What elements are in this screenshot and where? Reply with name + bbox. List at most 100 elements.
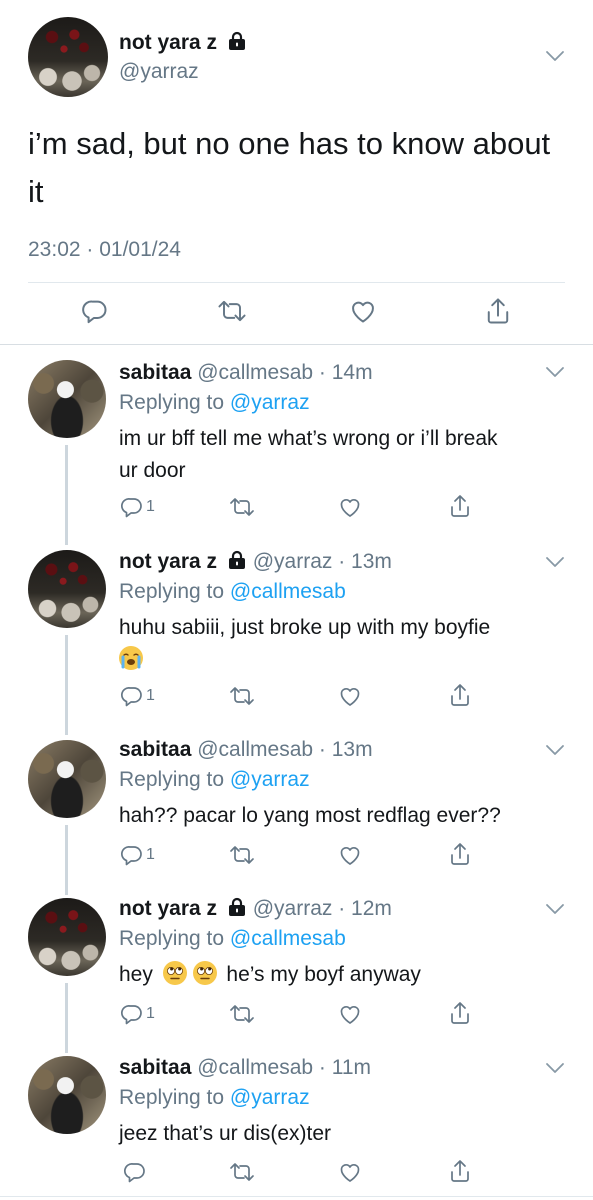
retweet-icon — [230, 1163, 254, 1181]
share-button[interactable] — [448, 841, 472, 867]
reply-author-line[interactable]: sabitaa @callmesab · 13m — [119, 738, 373, 762]
retweet-icon — [230, 498, 254, 516]
author-name-row[interactable]: not yara z — [119, 31, 247, 55]
reply-author-line[interactable]: not yara z @yarraz · 13m — [119, 550, 392, 574]
divider — [28, 282, 565, 283]
retweet-button[interactable] — [228, 1002, 256, 1026]
like-button[interactable] — [349, 297, 377, 325]
author-name: sabitaa — [119, 1056, 192, 1079]
lock-icon — [228, 550, 245, 569]
reply-count: 1 — [146, 687, 155, 704]
author-name: not yara z — [119, 897, 218, 920]
share-button[interactable] — [448, 1000, 472, 1026]
reply-button[interactable] — [123, 1160, 149, 1184]
retweet-button[interactable] — [216, 297, 248, 325]
heart-icon — [340, 847, 360, 865]
author-name: not yara z — [119, 31, 218, 54]
reply-button[interactable]: 1 — [120, 843, 155, 867]
share-button[interactable] — [448, 1158, 472, 1184]
lock-icon — [228, 31, 245, 50]
chevron-down-icon[interactable] — [545, 50, 565, 62]
mention-link[interactable]: @callmesab — [230, 927, 346, 950]
reply-author-line[interactable]: sabitaa @callmesab · 14m — [119, 361, 373, 385]
handle-time: @yarraz · 12m — [246, 897, 392, 920]
author-name: sabitaa — [119, 361, 192, 384]
reply-icon — [121, 846, 142, 866]
heart-icon — [340, 1164, 360, 1182]
heart-icon — [340, 1006, 360, 1024]
mention-link[interactable]: @yarraz — [230, 1086, 310, 1109]
reply-button[interactable] — [81, 297, 109, 325]
retweet-button[interactable] — [228, 684, 256, 708]
reply-icon — [121, 498, 142, 518]
chevron-down-icon[interactable] — [545, 556, 565, 568]
like-button[interactable] — [338, 1160, 362, 1184]
mention-link[interactable]: @yarraz — [230, 391, 310, 414]
reply-text: hah?? pacar lo yang most redflag ever?? — [119, 804, 501, 827]
avatar[interactable] — [28, 360, 106, 438]
mention-link[interactable]: @callmesab — [230, 580, 346, 603]
like-button[interactable] — [338, 495, 362, 519]
reply-icon — [124, 1163, 145, 1183]
share-button[interactable] — [484, 296, 512, 326]
reply-button[interactable]: 1 — [120, 1002, 155, 1026]
loudly-crying-face-icon — [119, 646, 143, 670]
share-icon — [451, 843, 469, 865]
reply-author-line[interactable]: not yara z @yarraz · 12m — [119, 897, 392, 921]
avatar[interactable] — [28, 740, 106, 818]
reply-button[interactable]: 1 — [120, 684, 155, 708]
share-icon — [451, 1002, 469, 1024]
share-icon — [451, 495, 469, 517]
handle-time: @callmesab · 13m — [191, 738, 373, 761]
like-button[interactable] — [338, 1002, 362, 1026]
retweet-icon — [230, 1005, 254, 1023]
tweet-text: i’m sad, but no one has to know about it — [28, 126, 551, 209]
heart-icon — [352, 301, 374, 323]
reply-count: 1 — [146, 846, 155, 863]
tweet-timestamp[interactable]: 23:02 · 01/01/24 — [28, 238, 181, 262]
handle-time: @yarraz · 13m — [246, 550, 392, 573]
mention-link[interactable]: @yarraz — [230, 768, 310, 791]
divider — [0, 344, 593, 345]
replying-to: Replying to @yarraz — [119, 768, 310, 791]
chevron-down-icon[interactable] — [545, 1062, 565, 1074]
reply-text: hey he’s my boyf anyway — [119, 961, 421, 986]
share-button[interactable] — [448, 682, 472, 708]
reply-icon — [121, 687, 142, 707]
share-icon — [451, 684, 469, 706]
author-handle[interactable]: @yarraz — [119, 60, 199, 84]
author-name: sabitaa — [119, 738, 192, 761]
retweet-button[interactable] — [228, 1160, 256, 1184]
avatar[interactable] — [28, 17, 108, 97]
avatar[interactable] — [28, 1056, 106, 1134]
chevron-down-icon[interactable] — [545, 366, 565, 378]
reply-text: huhu sabiii, just broke up with my boyfi… — [119, 612, 490, 676]
retweet-icon — [230, 846, 254, 864]
avatar[interactable] — [28, 898, 106, 976]
retweet-button[interactable] — [228, 495, 256, 519]
reply-count: 1 — [146, 1005, 155, 1022]
share-button[interactable] — [448, 493, 472, 519]
reply-author-line[interactable]: sabitaa @callmesab · 11m — [119, 1056, 371, 1080]
avatar[interactable] — [28, 550, 106, 628]
heart-icon — [340, 688, 360, 706]
like-button[interactable] — [338, 684, 362, 708]
retweet-button[interactable] — [228, 843, 256, 867]
share-icon — [487, 298, 509, 324]
chevron-down-icon[interactable] — [545, 744, 565, 756]
share-icon — [451, 1160, 469, 1182]
reply-count: 1 — [146, 498, 155, 515]
replying-to: Replying to @yarraz — [119, 391, 310, 414]
reply-icon — [82, 300, 107, 324]
lock-icon — [228, 897, 245, 916]
handle-time: @callmesab · 11m — [191, 1056, 372, 1079]
like-button[interactable] — [338, 843, 362, 867]
reply-text: im ur bff tell me what’s wrong or i’ll b… — [119, 427, 498, 482]
thread-line — [65, 825, 68, 895]
chevron-down-icon[interactable] — [545, 903, 565, 915]
thread-line — [65, 983, 68, 1053]
reply-button[interactable]: 1 — [120, 495, 155, 519]
divider — [0, 1196, 593, 1197]
face-with-rolling-eyes-icon — [162, 961, 187, 985]
heart-icon — [340, 499, 360, 517]
